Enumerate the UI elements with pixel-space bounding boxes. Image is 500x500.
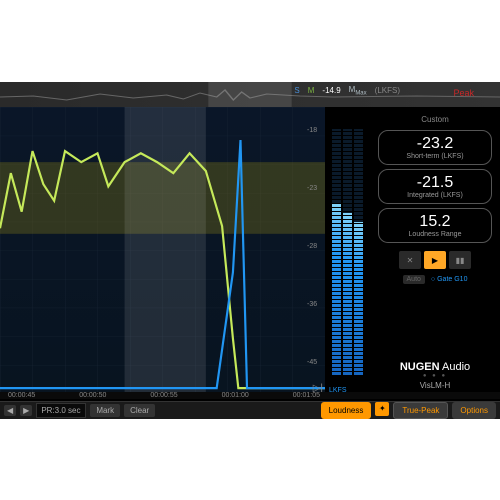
bottom-toolbar: ◀ ▶ Mark Clear Loudness ✦ True-Peak Opti… — [0, 401, 500, 419]
peak-readout: S M -14.9 MMax (LKFS) — [294, 85, 400, 97]
product-name: VisLM-H — [378, 381, 492, 390]
brand-dots: ● ● ● — [378, 373, 492, 379]
short-term-readout: -23.2 Short-term (LKFS) — [378, 130, 492, 165]
plugin-window: S M -14.9 MMax (LKFS) Peak — [0, 82, 500, 417]
loudness-history-graph[interactable]: ▷| — [0, 107, 325, 394]
preset-label[interactable]: Custom — [378, 115, 492, 124]
gate-row: Auto ○ Gate G10 — [378, 275, 492, 284]
mark-button[interactable]: Mark — [90, 404, 120, 417]
meter-bar-3 — [354, 129, 363, 375]
pr-input[interactable] — [36, 403, 86, 418]
max-label: MMax — [349, 85, 367, 97]
brand-logo: NUGEN Audio — [378, 361, 492, 373]
meter-scale-labels: -18 -23 -28 -36 -45 — [307, 127, 317, 366]
peak-unit: (LKFS) — [375, 86, 400, 95]
loudness-meter: -18 -23 -28 -36 -45 LKFS — [325, 107, 370, 394]
control-panel: Custom -23.2 Short-term (LKFS) -21.5 Int… — [370, 107, 500, 394]
meter-bar-2 — [343, 129, 352, 375]
m-indicator: M — [308, 86, 315, 95]
play-button[interactable]: ▶ — [424, 251, 446, 269]
close-button[interactable]: ✕ — [399, 251, 421, 269]
clear-button[interactable]: Clear — [124, 404, 155, 417]
auto-button[interactable]: Auto — [403, 275, 425, 284]
transport-controls: ✕ ▶ ▮▮ — [378, 251, 492, 269]
loudness-range-readout: 15.2 Loudness Range — [378, 208, 492, 243]
timeline: 00:00:45 00:00:50 00:00:55 00:01:00 00:0… — [0, 392, 500, 399]
s-indicator: S — [294, 86, 299, 95]
tab-truepeak[interactable]: True-Peak — [393, 402, 448, 419]
tab-loudness[interactable]: Loudness — [321, 402, 372, 419]
tab-options[interactable]: Options — [452, 402, 496, 419]
main-area: ▷| -18 -23 -28 -36 -45 LKFS Custom -23.2… — [0, 107, 500, 394]
pause-button[interactable]: ▮▮ — [449, 251, 471, 269]
integrated-readout: -21.5 Integrated (LKFS) — [378, 169, 492, 204]
peak-value: -14.9 — [322, 86, 340, 95]
expand-button[interactable]: ✦ — [375, 402, 389, 416]
nav-next-button[interactable]: ▶ — [20, 405, 32, 416]
overview-strip: S M -14.9 MMax (LKFS) Peak — [0, 82, 500, 107]
meter-bar-1 — [332, 129, 341, 375]
peak-tab[interactable]: Peak — [453, 88, 474, 98]
brand-area: NUGEN Audio ● ● ● VisLM-H — [378, 361, 492, 390]
gate-indicator: ○ Gate G10 — [431, 276, 468, 283]
overview-waveform[interactable] — [0, 82, 500, 107]
nav-prev-button[interactable]: ◀ — [4, 405, 16, 416]
